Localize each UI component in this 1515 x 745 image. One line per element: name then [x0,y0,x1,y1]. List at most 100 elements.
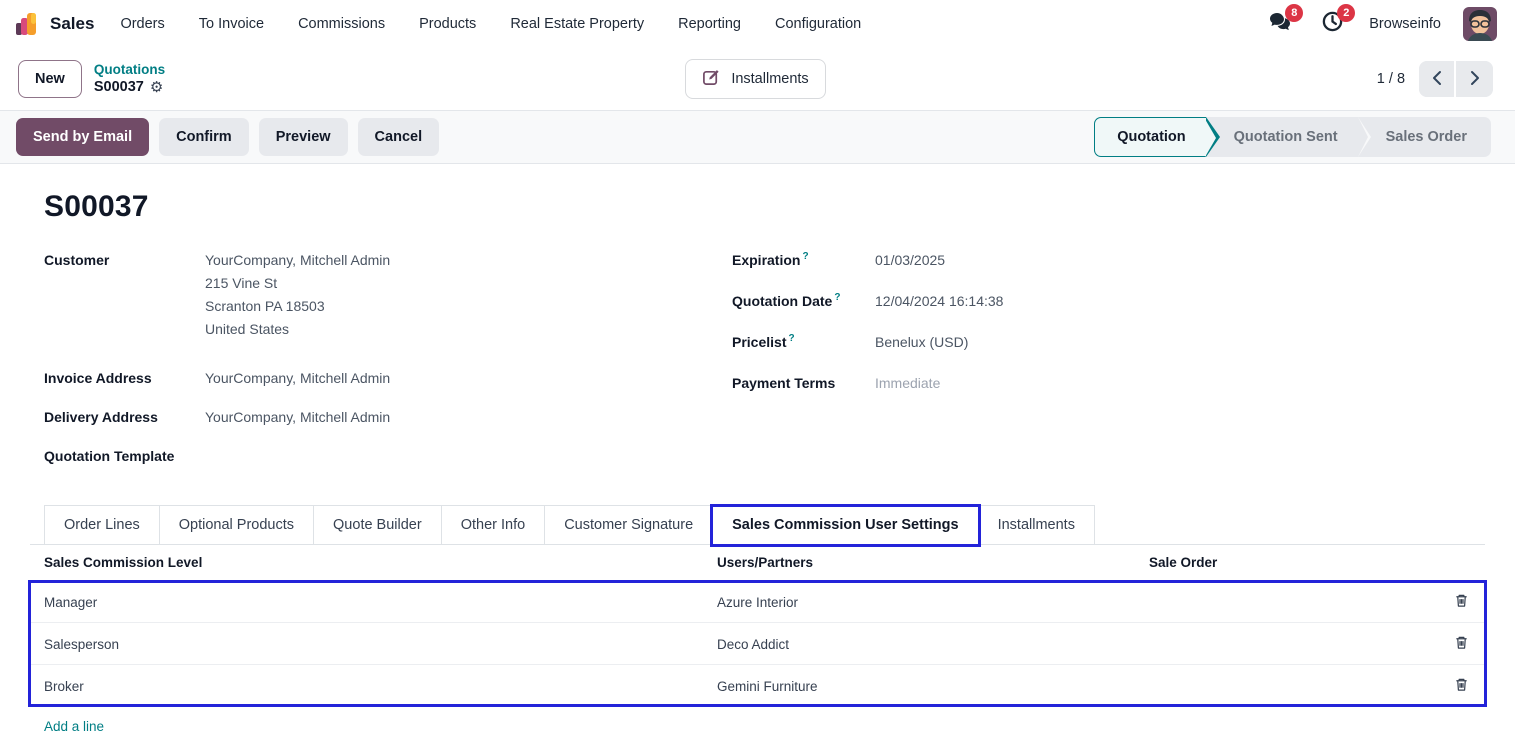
quotation-date-value[interactable]: 12/04/2024 16:14:38 [875,289,1003,313]
pager-next-button[interactable] [1456,61,1493,97]
nav-item-products[interactable]: Products [419,16,476,32]
add-a-line-link[interactable]: Add a line [44,719,104,734]
installments-button-label: Installments [731,71,808,87]
delivery-address-value[interactable]: YourCompany, Mitchell Admin [205,405,390,429]
cell-level[interactable]: Salesperson [30,637,703,652]
trash-icon [1454,677,1469,695]
delete-row-button[interactable] [1437,665,1485,707]
trash-icon [1454,593,1469,611]
messages-badge: 8 [1285,4,1303,22]
nav-item-to-invoice[interactable]: To Invoice [199,16,264,32]
send-by-email-button[interactable]: Send by Email [16,118,149,156]
gear-icon[interactable]: ⚙ [150,80,163,95]
breadcrumb: Quotations S00037 ⚙ [94,61,165,97]
status-step-sales-order[interactable]: Sales Order [1358,117,1491,157]
pager-previous-button[interactable] [1419,61,1456,97]
delete-row-button[interactable] [1437,581,1485,623]
customer-address-line: 215 Vine St [205,272,390,295]
cell-partner[interactable]: Deco Addict [703,637,1135,652]
activities-button[interactable]: 2 [1317,10,1347,38]
new-button[interactable]: New [18,60,82,98]
right-field-column: Expiration? 01/03/2025 Quotation Date? 1… [732,248,1471,483]
nav-item-real-estate-property[interactable]: Real Estate Property [510,16,644,32]
trash-icon [1454,635,1469,653]
help-icon[interactable]: ? [788,333,794,344]
edit-icon [702,68,721,91]
commission-lines-table: Sales Commission Level Users/Partners Sa… [30,545,1485,745]
field-label-payment-terms: Payment Terms [732,371,875,395]
tab-quote-builder[interactable]: Quote Builder [313,505,441,544]
breadcrumb-current: S00037 [94,78,144,97]
navbar-right: 8 2 Browseinfo [1265,7,1497,41]
cancel-button[interactable]: Cancel [358,118,440,156]
tab-installments[interactable]: Installments [979,505,1095,544]
nav-item-commissions[interactable]: Commissions [298,16,385,32]
field-quotation-date: Quotation Date? 12/04/2024 16:14:38 [732,289,1471,313]
left-field-column: Customer YourCompany, Mitchell Admin 215… [44,248,732,483]
field-label-expiration: Expiration? [732,248,875,272]
avatar[interactable] [1463,7,1497,41]
help-icon[interactable]: ? [834,292,840,303]
tab-order-lines[interactable]: Order Lines [44,505,159,544]
top-navbar: Sales Orders To Invoice Commissions Prod… [0,0,1515,48]
record-action-buttons: Send by Email Confirm Preview Cancel [16,118,439,156]
invoice-address-value[interactable]: YourCompany, Mitchell Admin [205,366,390,390]
cell-partner[interactable]: Gemini Furniture [703,679,1135,694]
app-name[interactable]: Sales [50,14,94,34]
add-line-row: Add a line [30,707,1485,745]
user-name[interactable]: Browseinfo [1369,16,1441,32]
tab-optional-products[interactable]: Optional Products [159,505,313,544]
status-step-quotation-sent[interactable]: Quotation Sent [1206,117,1358,157]
tab-other-info[interactable]: Other Info [441,505,544,544]
chevron-right-icon [1469,70,1481,89]
table-row[interactable]: Salesperson Deco Addict [30,623,1485,665]
status-step-quotation[interactable]: Quotation [1094,117,1205,157]
messages-button[interactable]: 8 [1265,10,1295,38]
help-icon[interactable]: ? [802,251,808,262]
tab-customer-signature[interactable]: Customer Signature [544,505,712,544]
field-label-quotation-date: Quotation Date? [732,289,875,313]
nav-item-reporting[interactable]: Reporting [678,16,741,32]
confirm-button[interactable]: Confirm [159,118,249,156]
preview-button[interactable]: Preview [259,118,348,156]
delete-row-button[interactable] [1437,623,1485,665]
table-body: Manager Azure Interior Salesperson [30,581,1485,707]
main-menu: Orders To Invoice Commissions Products R… [120,16,861,32]
app-switcher-logo-icon[interactable] [14,11,40,37]
breadcrumb-quotations-link[interactable]: Quotations [94,61,165,79]
column-header-sale-order[interactable]: Sale Order [1135,555,1437,570]
field-label-pricelist: Pricelist? [732,330,875,354]
column-header-sales-commission-level[interactable]: Sales Commission Level [30,555,703,570]
pricelist-value[interactable]: Benelux (USD) [875,330,968,354]
record-title: S00037 [30,164,1485,248]
control-panel-center: Installments [510,59,1002,99]
installments-button[interactable]: Installments [685,59,825,99]
nav-item-configuration[interactable]: Configuration [775,16,861,32]
field-grid: Customer YourCompany, Mitchell Admin 215… [30,248,1485,483]
tab-sales-commission-user-settings[interactable]: Sales Commission User Settings [712,505,978,544]
notebook-tabs: Order Lines Optional Products Quote Buil… [30,505,1485,545]
expiration-value[interactable]: 01/03/2025 [875,248,945,272]
tab-label: Sales Commission User Settings [732,517,958,533]
cell-level[interactable]: Broker [30,679,703,694]
statusbar: Quotation Quotation Sent Sales Order [1094,117,1491,157]
cell-level[interactable]: Manager [30,595,703,610]
table-row[interactable]: Broker Gemini Furniture [30,665,1485,707]
activities-badge: 2 [1337,4,1355,22]
field-label-invoice-address: Invoice Address [44,366,205,390]
field-label-customer: Customer [44,248,205,341]
form-sheet: S00037 Customer YourCompany, Mitchell Ad… [0,164,1515,745]
nav-item-orders[interactable]: Orders [120,16,164,32]
action-strip: Send by Email Confirm Preview Cancel Quo… [0,110,1515,164]
field-expiration: Expiration? 01/03/2025 [732,248,1471,272]
field-label-delivery-address: Delivery Address [44,405,205,429]
cell-partner[interactable]: Azure Interior [703,595,1135,610]
payment-terms-value[interactable]: Immediate [875,371,940,395]
table-row[interactable]: Manager Azure Interior [30,581,1485,623]
column-header-users-partners[interactable]: Users/Partners [703,555,1135,570]
pager: 1 / 8 [1001,61,1493,97]
customer-value[interactable]: YourCompany, Mitchell Admin [205,248,390,272]
breadcrumb-area: New Quotations S00037 ⚙ [18,60,510,98]
field-quotation-template: Quotation Template [44,444,732,468]
field-customer: Customer YourCompany, Mitchell Admin 215… [44,248,732,341]
